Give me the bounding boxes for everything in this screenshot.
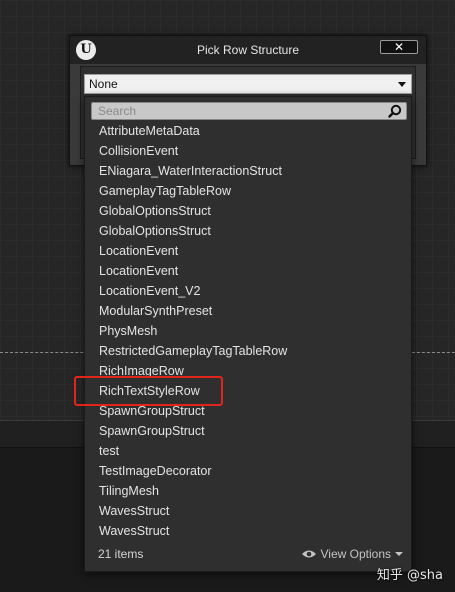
close-button[interactable]: ✕ <box>380 40 418 54</box>
list-item[interactable]: WavesStruct <box>85 501 411 521</box>
list-item[interactable]: RestrictedGameplayTagTableRow <box>85 341 411 361</box>
chevron-down-icon <box>398 82 406 87</box>
eye-icon <box>301 550 316 558</box>
list-item-rich-text-style-row[interactable]: RichTextStyleRow <box>85 381 411 401</box>
list-item[interactable]: GlobalOptionsStruct <box>85 221 411 241</box>
list-item[interactable]: ENiagara_WaterInteractionStruct <box>85 161 411 181</box>
list-item[interactable]: LocationEvent <box>85 241 411 261</box>
list-item[interactable]: GameplayTagTableRow <box>85 181 411 201</box>
list-item[interactable]: SpawnGroupStruct <box>85 421 411 441</box>
list-item[interactable]: WavesStruct <box>85 521 411 541</box>
close-icon: ✕ <box>393 40 405 54</box>
search-placeholder: Search <box>98 104 137 118</box>
structure-list: AttributeMetaData CollisionEvent ENiagar… <box>85 121 411 541</box>
list-item[interactable]: LocationEvent_V2 <box>85 281 411 301</box>
list-item[interactable]: TestImageDecorator <box>85 461 411 481</box>
list-item[interactable]: PhysMesh <box>85 321 411 341</box>
row-structure-dropdown: Search AttributeMetaData CollisionEvent … <box>84 96 412 572</box>
search-input[interactable]: Search <box>91 102 407 120</box>
watermark: 知乎 @sha <box>376 568 443 583</box>
list-item[interactable]: SpawnGroupStruct <box>85 401 411 421</box>
item-count: 21 items <box>98 547 144 561</box>
list-item[interactable]: AttributeMetaData <box>85 121 411 141</box>
list-item[interactable]: test <box>85 441 411 461</box>
list-item[interactable]: CollisionEvent <box>85 141 411 161</box>
list-item[interactable]: GlobalOptionsStruct <box>85 201 411 221</box>
chevron-down-icon <box>395 552 403 556</box>
row-structure-combo[interactable]: None <box>84 74 412 94</box>
list-item[interactable]: LocationEvent <box>85 261 411 281</box>
list-item[interactable]: ModularSynthPreset <box>85 301 411 321</box>
list-item[interactable]: TilingMesh <box>85 481 411 501</box>
dialog-titlebar[interactable]: U Pick Row Structure ✕ <box>70 36 426 64</box>
view-options-button[interactable]: View Options <box>301 546 403 562</box>
view-options-label: View Options <box>320 547 391 561</box>
search-icon <box>388 104 402 118</box>
dialog-title: Pick Row Structure <box>196 43 300 57</box>
list-item[interactable]: RichImageRow <box>85 361 411 381</box>
combo-selected-value: None <box>89 77 118 91</box>
